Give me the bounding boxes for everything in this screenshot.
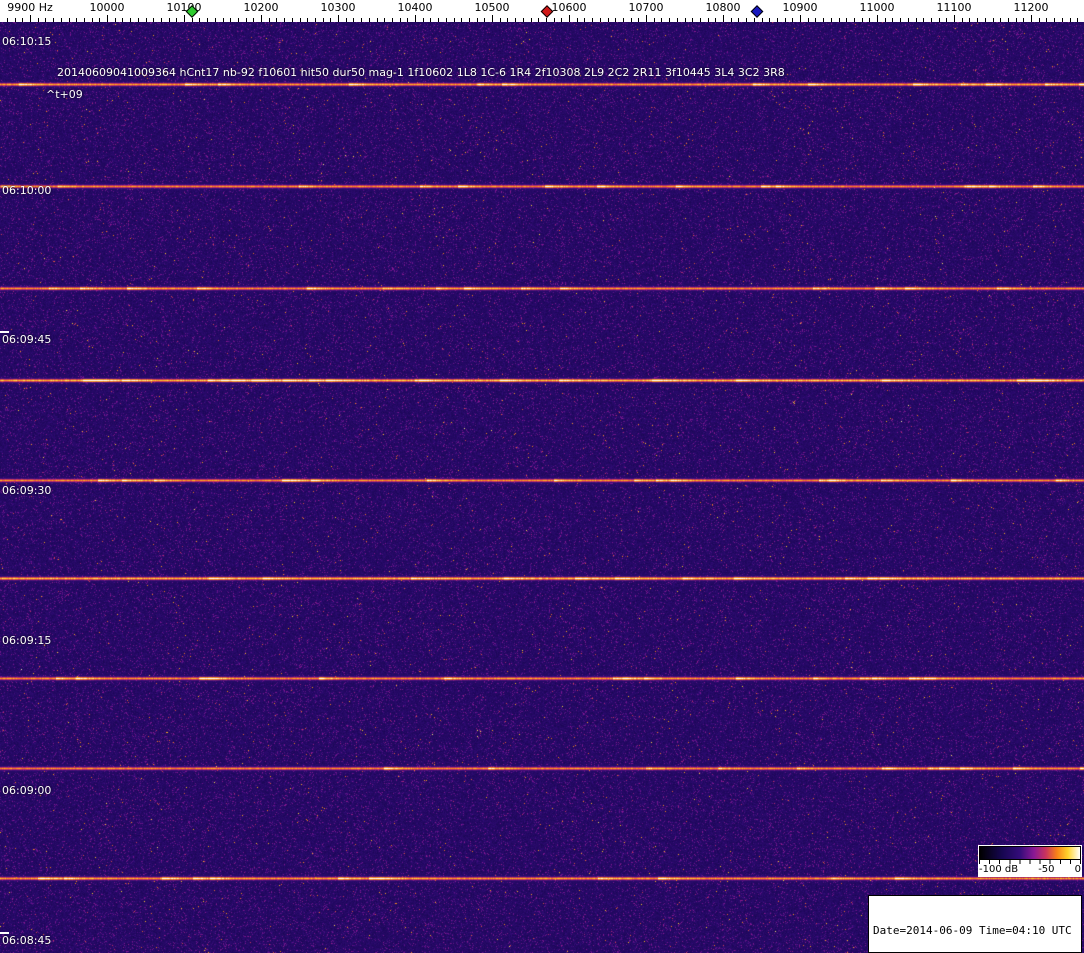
freq-label: 10700: [629, 1, 664, 14]
freq-tick: [723, 15, 724, 22]
colorbar-labels: -100 dB -50 0: [979, 864, 1081, 876]
freq-tick: [415, 15, 416, 22]
colorbar-label-max: 0: [1075, 864, 1081, 876]
freq-tick: [1031, 15, 1032, 22]
time-label: 06:09:45: [2, 333, 51, 346]
freq-tick: [954, 15, 955, 22]
freq-label: 10500: [475, 1, 510, 14]
time-label: 06:08:45: [2, 934, 51, 947]
info-date-time: Date=2014-06-09 Time=04:10 UTC: [873, 924, 1077, 937]
freq-tick: [30, 15, 31, 22]
freq-tick: [800, 15, 801, 22]
time-label: 06:10:15: [2, 35, 51, 48]
detection-annotation: 20140609041009364 hCnt17 nb-92 f10601 hi…: [57, 66, 785, 79]
blue-diamond-marker: [751, 5, 764, 18]
freq-tick: [877, 15, 878, 22]
spectrogram-area: 06:10:15 06:10:00 06:09:45 06:09:30 06:09:15…: [0, 22, 1084, 953]
freq-label: 10000: [90, 1, 125, 14]
freq-tick: [646, 15, 647, 22]
freq-label: 10800: [706, 1, 741, 14]
time-label: 06:09:30: [2, 484, 51, 497]
freq-tick: [338, 15, 339, 22]
observation-info-box: Date=2014-06-09 Time=04:10 UTC Freq=143 …: [868, 895, 1082, 953]
colorbar-label-min: -100 dB: [979, 864, 1018, 876]
freq-label: 11200: [1014, 1, 1049, 14]
freq-label: 10900: [783, 1, 818, 14]
freq-tick: [261, 15, 262, 22]
spectrogram-canvas: [0, 22, 1084, 953]
freq-tick: [569, 15, 570, 22]
time-label: 06:10:00: [2, 184, 51, 197]
freq-label: 11100: [937, 1, 972, 14]
freq-tick: [184, 15, 185, 22]
time-label: 06:09:00: [2, 784, 51, 797]
freq-label: 10400: [398, 1, 433, 14]
spectrogram-app: 9900 Hz 10000 10100 10200 10300 10400 10500 106…: [0, 0, 1084, 953]
freq-label: 10600: [552, 1, 587, 14]
freq-label: 11000: [860, 1, 895, 14]
colorbar-label-mid: -50: [1038, 864, 1054, 876]
annotation-time-offset: ^t+09: [46, 88, 83, 101]
colorbar: -100 dB -50 0: [978, 845, 1082, 877]
colorbar-gradient: [979, 846, 1081, 860]
freq-tick: [107, 15, 108, 22]
freq-label: 10300: [321, 1, 356, 14]
freq-label: 9900 Hz: [7, 1, 53, 14]
frequency-ruler: 9900 Hz 10000 10100 10200 10300 10400 10500 106…: [0, 0, 1084, 22]
time-label: 06:09:15: [2, 634, 51, 647]
freq-tick: [492, 15, 493, 22]
freq-label: 10200: [244, 1, 279, 14]
